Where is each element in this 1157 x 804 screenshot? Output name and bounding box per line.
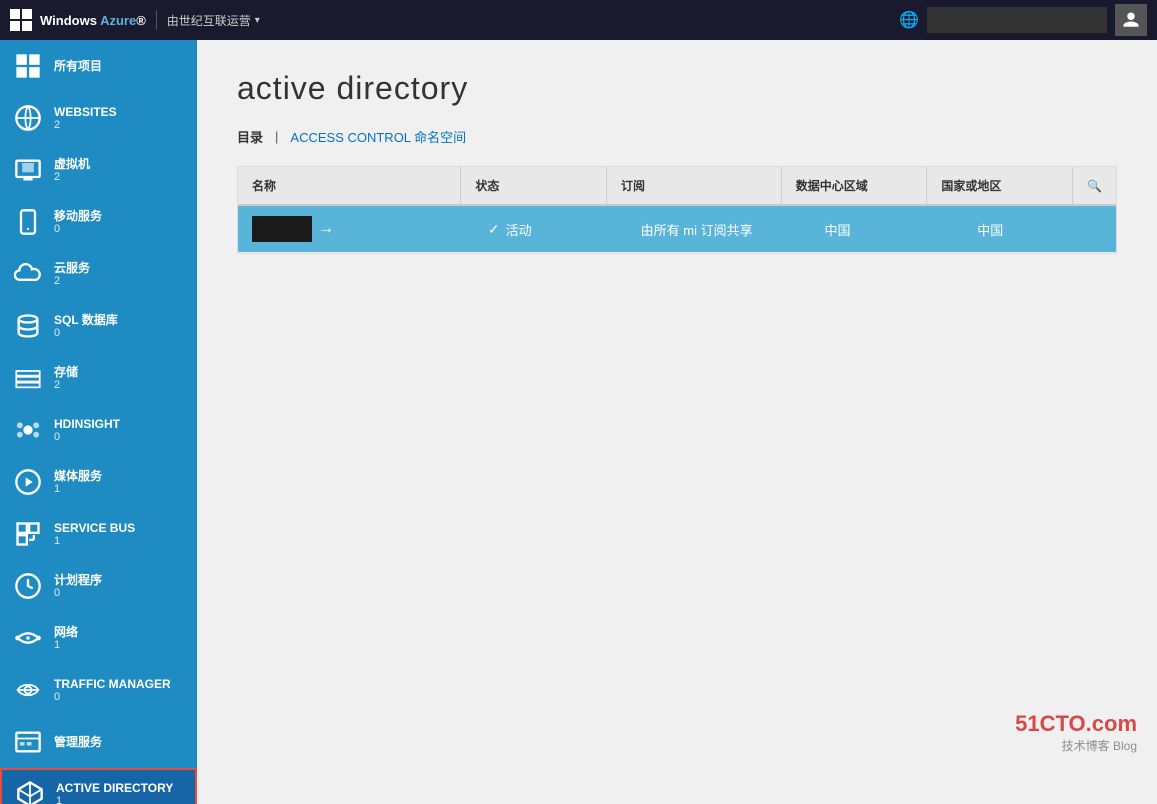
sidebar-item-label: 云服务 (54, 261, 90, 275)
sidebar-item-traffic[interactable]: TRAFFIC MANAGER 0 (0, 664, 197, 716)
topbar: Windows Azure® 由世纪互联运营 ▾ 🌐 (0, 0, 1157, 40)
sidebar-item-count: 2 (54, 275, 90, 287)
cell-name: → (238, 206, 474, 252)
sidebar-item-label: 移动服务 (54, 209, 102, 223)
traffic-icon (12, 674, 44, 706)
sidebar-item-count: 0 (54, 223, 102, 235)
sidebar-item-activedirectory[interactable]: ACTIVE DIRECTORY 1 (0, 768, 197, 804)
sidebar-item-scheduler[interactable]: 计划程序 0 (0, 560, 197, 612)
cell-country: 中国 (963, 210, 1116, 249)
col-header-country: 国家或地区 (927, 167, 1073, 204)
sidebar-item-label: HDINSIGHT (54, 417, 120, 431)
status-check-icon: ✓ (488, 221, 500, 238)
row-arrow-icon: → (318, 220, 334, 238)
sidebar-item-network[interactable]: 网络 1 (0, 612, 197, 664)
media-icon (12, 466, 44, 498)
grid-icon (12, 50, 44, 82)
topbar-divider (156, 10, 157, 30)
breadcrumb-separator: | (275, 129, 278, 144)
sidebar-item-media[interactable]: 媒体服务 1 (0, 456, 197, 508)
sidebar-item-count: 2 (54, 171, 90, 183)
mobile-icon (12, 206, 44, 238)
sidebar-item-sql[interactable]: SQL 数据库 0 (0, 300, 197, 352)
sidebar: 所有项目 WEBSITES 2 虚拟机 2 (0, 40, 197, 804)
user-avatar[interactable] (1115, 4, 1147, 36)
sidebar-item-count: 1 (54, 483, 102, 495)
breadcrumb: 目录 | ACCESS CONTROL 命名空间 (237, 127, 1117, 146)
status-value: 活动 (506, 220, 532, 239)
storage-icon (12, 362, 44, 394)
sidebar-item-servicebus[interactable]: SERVICE BUS 1 (0, 508, 197, 560)
company-dropdown-icon[interactable]: ▾ (255, 15, 260, 26)
sidebar-item-label: ACTIVE DIRECTORY (56, 781, 173, 795)
sidebar-item-count: 1 (56, 795, 173, 804)
sidebar-item-count: 1 (54, 639, 78, 651)
admin-icon (12, 726, 44, 758)
sidebar-item-cloud[interactable]: 云服务 2 (0, 248, 197, 300)
main-layout: 所有项目 WEBSITES 2 虚拟机 2 (0, 40, 1157, 804)
activedir-icon (14, 778, 46, 804)
name-block (252, 216, 312, 242)
col-header-sub: 订阅 (607, 167, 782, 204)
db-icon (12, 310, 44, 342)
content-area: active directory 目录 | ACCESS CONTROL 命名空… (197, 40, 1157, 804)
topbar-right: 🌐 (899, 4, 1147, 36)
cloud-icon (12, 258, 44, 290)
breadcrumb-link[interactable]: ACCESS CONTROL 命名空间 (290, 127, 466, 146)
windows-logo-icon (10, 9, 32, 31)
watermark-sub: 技术博客 Blog (1015, 737, 1137, 754)
hdinsight-icon (12, 414, 44, 446)
sidebar-item-count: 1 (54, 535, 135, 547)
sidebar-item-label: 网络 (54, 625, 78, 639)
sidebar-item-all[interactable]: 所有项目 (0, 40, 197, 92)
sidebar-item-label: 管理服务 (54, 735, 102, 749)
websites-icon (12, 102, 44, 134)
sidebar-item-label: SQL 数据库 (54, 313, 118, 327)
data-table: 名称 状态 订阅 数据中心区域 国家或地区 🔍 → ✓ 活动 由所有 mi 订阅… (237, 166, 1117, 254)
sidebar-item-label: 存储 (54, 365, 78, 379)
search-input[interactable] (927, 7, 1107, 33)
page-title: active directory (237, 70, 1117, 107)
sidebar-item-label: 媒体服务 (54, 469, 102, 483)
sidebar-item-label: WEBSITES (54, 105, 117, 119)
network-icon (12, 622, 44, 654)
table-row[interactable]: → ✓ 活动 由所有 mi 订阅共享 中国 中国 (238, 206, 1116, 253)
sidebar-item-storage[interactable]: 存储 2 (0, 352, 197, 404)
sidebar-item-label: SERVICE BUS (54, 521, 135, 535)
sidebar-item-count: 0 (54, 327, 118, 339)
logo-area: Windows Azure® (10, 9, 146, 31)
cell-subscription: 由所有 mi 订阅共享 (627, 210, 811, 249)
azure-label: Windows Azure® (40, 13, 146, 28)
watermark: 51CTO.com 技术博客 Blog (1015, 711, 1137, 754)
col-header-name: 名称 (238, 167, 461, 204)
sidebar-item-admin[interactable]: 管理服务 (0, 716, 197, 768)
sidebar-item-vm[interactable]: 虚拟机 2 (0, 144, 197, 196)
col-header-search[interactable]: 🔍 (1073, 167, 1116, 204)
sidebar-item-label: 所有项目 (54, 59, 102, 73)
sidebar-item-label: 虚拟机 (54, 157, 90, 171)
globe-icon[interactable]: 🌐 (899, 10, 919, 30)
sidebar-item-mobile[interactable]: 移动服务 0 (0, 196, 197, 248)
company-name: 由世纪互联运营 (167, 12, 251, 29)
sidebar-item-count: 2 (54, 119, 117, 131)
vm-icon (12, 154, 44, 186)
sidebar-item-count: 2 (54, 379, 78, 391)
col-header-status: 状态 (461, 167, 607, 204)
servicebus-icon (12, 518, 44, 550)
breadcrumb-label: 目录 (237, 127, 263, 146)
cell-status: ✓ 活动 (474, 210, 627, 249)
cell-region: 中国 (811, 210, 964, 249)
sidebar-item-hdinsight[interactable]: HDINSIGHT 0 (0, 404, 197, 456)
sidebar-item-label: TRAFFIC MANAGER (54, 677, 171, 691)
sidebar-item-count: 0 (54, 431, 120, 443)
table-header: 名称 状态 订阅 数据中心区域 国家或地区 🔍 (238, 167, 1116, 206)
sidebar-item-label: 计划程序 (54, 573, 102, 587)
sidebar-item-websites[interactable]: WEBSITES 2 (0, 92, 197, 144)
watermark-main: 51CTO.com (1015, 711, 1137, 737)
sidebar-item-count: 0 (54, 691, 171, 703)
sidebar-item-count: 0 (54, 587, 102, 599)
col-header-region: 数据中心区域 (782, 167, 928, 204)
scheduler-icon (12, 570, 44, 602)
